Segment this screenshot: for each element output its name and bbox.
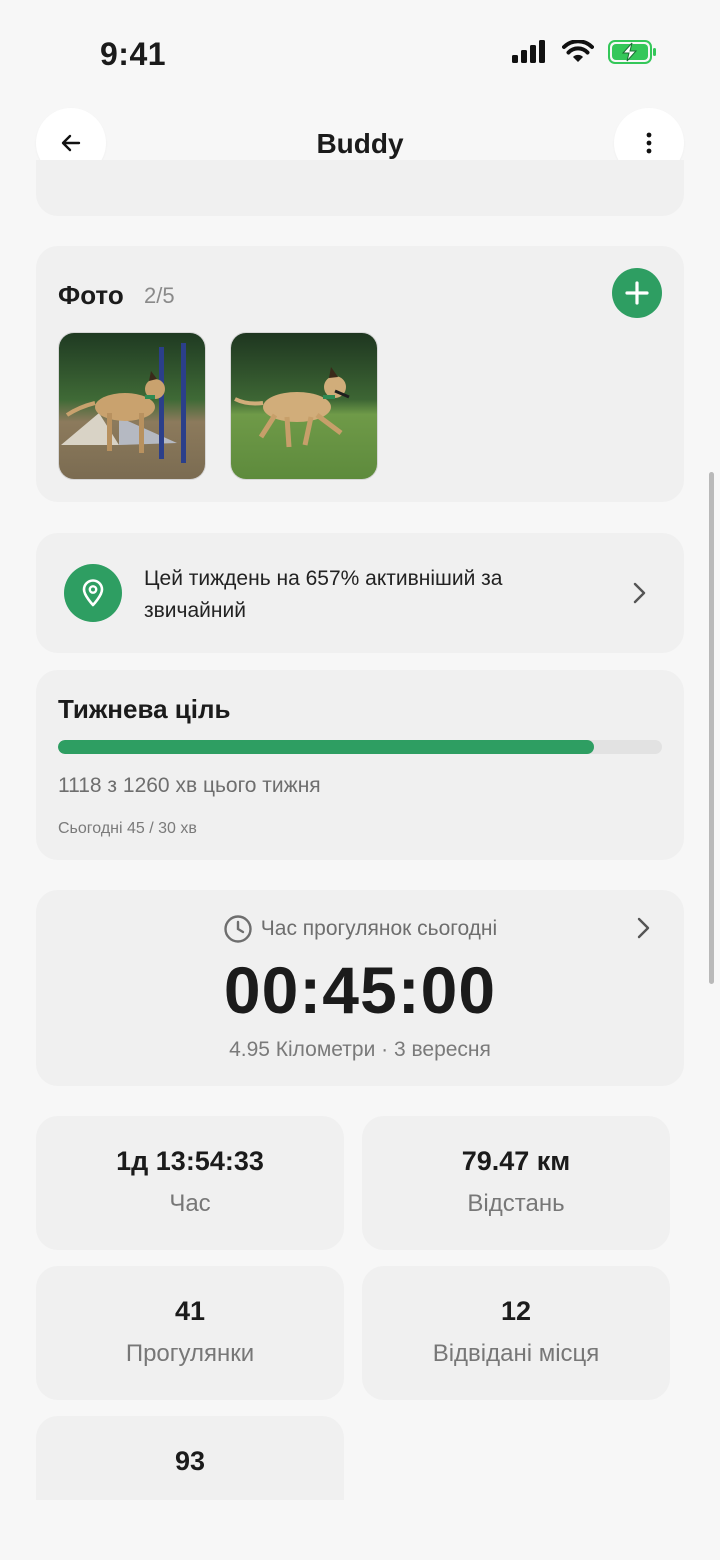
- location-pin-icon: [82, 579, 104, 607]
- stat-label: Відвідані місця: [432, 1340, 600, 1367]
- weekly-goal-card: Тижнева ціль 1118 з 1260 хв цього тижня …: [36, 670, 684, 860]
- previous-card-edge: [36, 160, 684, 216]
- stat-tile-distance: 79.47 км Відстань: [362, 1116, 670, 1250]
- scrollbar[interactable]: [709, 472, 714, 984]
- insight-icon-badge: [64, 564, 122, 622]
- status-bar: 9:41: [0, 0, 720, 100]
- stat-label: Прогулянки: [125, 1340, 255, 1367]
- photos-title: Фото: [58, 280, 124, 310]
- walk-time-value: 00:45:00: [223, 953, 497, 1027]
- plus-icon: [625, 281, 649, 305]
- battery-charging-icon: [608, 40, 656, 64]
- stat-tile-walks: 41 Прогулянки: [36, 1266, 344, 1400]
- weekly-goal-progress-fill: [58, 740, 594, 754]
- dog-photo-agility[interactable]: [58, 332, 206, 480]
- wifi-icon: [562, 40, 594, 62]
- weekly-goal-summary: 1118 з 1260 хв цього тижня: [58, 774, 321, 797]
- stat-label: Час: [169, 1190, 211, 1217]
- walk-time-label: Час прогулянок сьогодні: [260, 917, 498, 940]
- walk-time-label-row: Час прогулянок сьогодні: [36, 914, 684, 944]
- more-vertical-icon: [646, 132, 652, 154]
- stat-value: 1д 13:54:33: [116, 1146, 264, 1176]
- stat-value: 79.47 км: [461, 1146, 571, 1176]
- bottom-fade: [0, 1500, 720, 1560]
- weekly-goal-today: Сьогодні 45 / 30 хв: [58, 820, 197, 837]
- chevron-right-icon: [637, 917, 650, 939]
- stat-value: 41: [174, 1296, 206, 1326]
- chevron-right-icon: [633, 582, 646, 604]
- photos-card: Фото 2/5: [36, 246, 684, 502]
- stat-tile-time: 1д 13:54:33 Час: [36, 1116, 344, 1250]
- stat-value: 12: [500, 1296, 532, 1326]
- weekly-goal-title: Тижнева ціль: [58, 694, 231, 724]
- walk-time-today-card[interactable]: Час прогулянок сьогодні 00:45:00 4.95 Кі…: [36, 890, 684, 1086]
- add-photo-button[interactable]: [612, 268, 662, 318]
- clock-icon: [224, 915, 252, 943]
- weekly-goal-progress-bar: [58, 740, 662, 754]
- status-time: 9:41: [100, 36, 167, 72]
- dog-photo-agility-image: [59, 333, 205, 479]
- page-title: Buddy: [316, 128, 404, 159]
- status-icons: [512, 40, 658, 64]
- stat-tile-places: 12 Відвідані місця: [362, 1266, 670, 1400]
- insight-text: Цей тиждень на 657% активніший за звичай…: [144, 567, 503, 622]
- stat-value: 93: [174, 1446, 206, 1476]
- activity-insight-card[interactable]: Цей тиждень на 657% активніший за звичай…: [36, 533, 684, 653]
- photos-count: 2/5: [144, 283, 175, 308]
- stat-label: Відстань: [467, 1190, 565, 1217]
- dog-photo-running-image: [231, 333, 377, 479]
- walk-time-subtitle: 4.95 Кілометри · 3 вересня: [229, 1038, 491, 1061]
- dog-photo-running[interactable]: [230, 332, 378, 480]
- cellular-signal-icon: [512, 40, 545, 63]
